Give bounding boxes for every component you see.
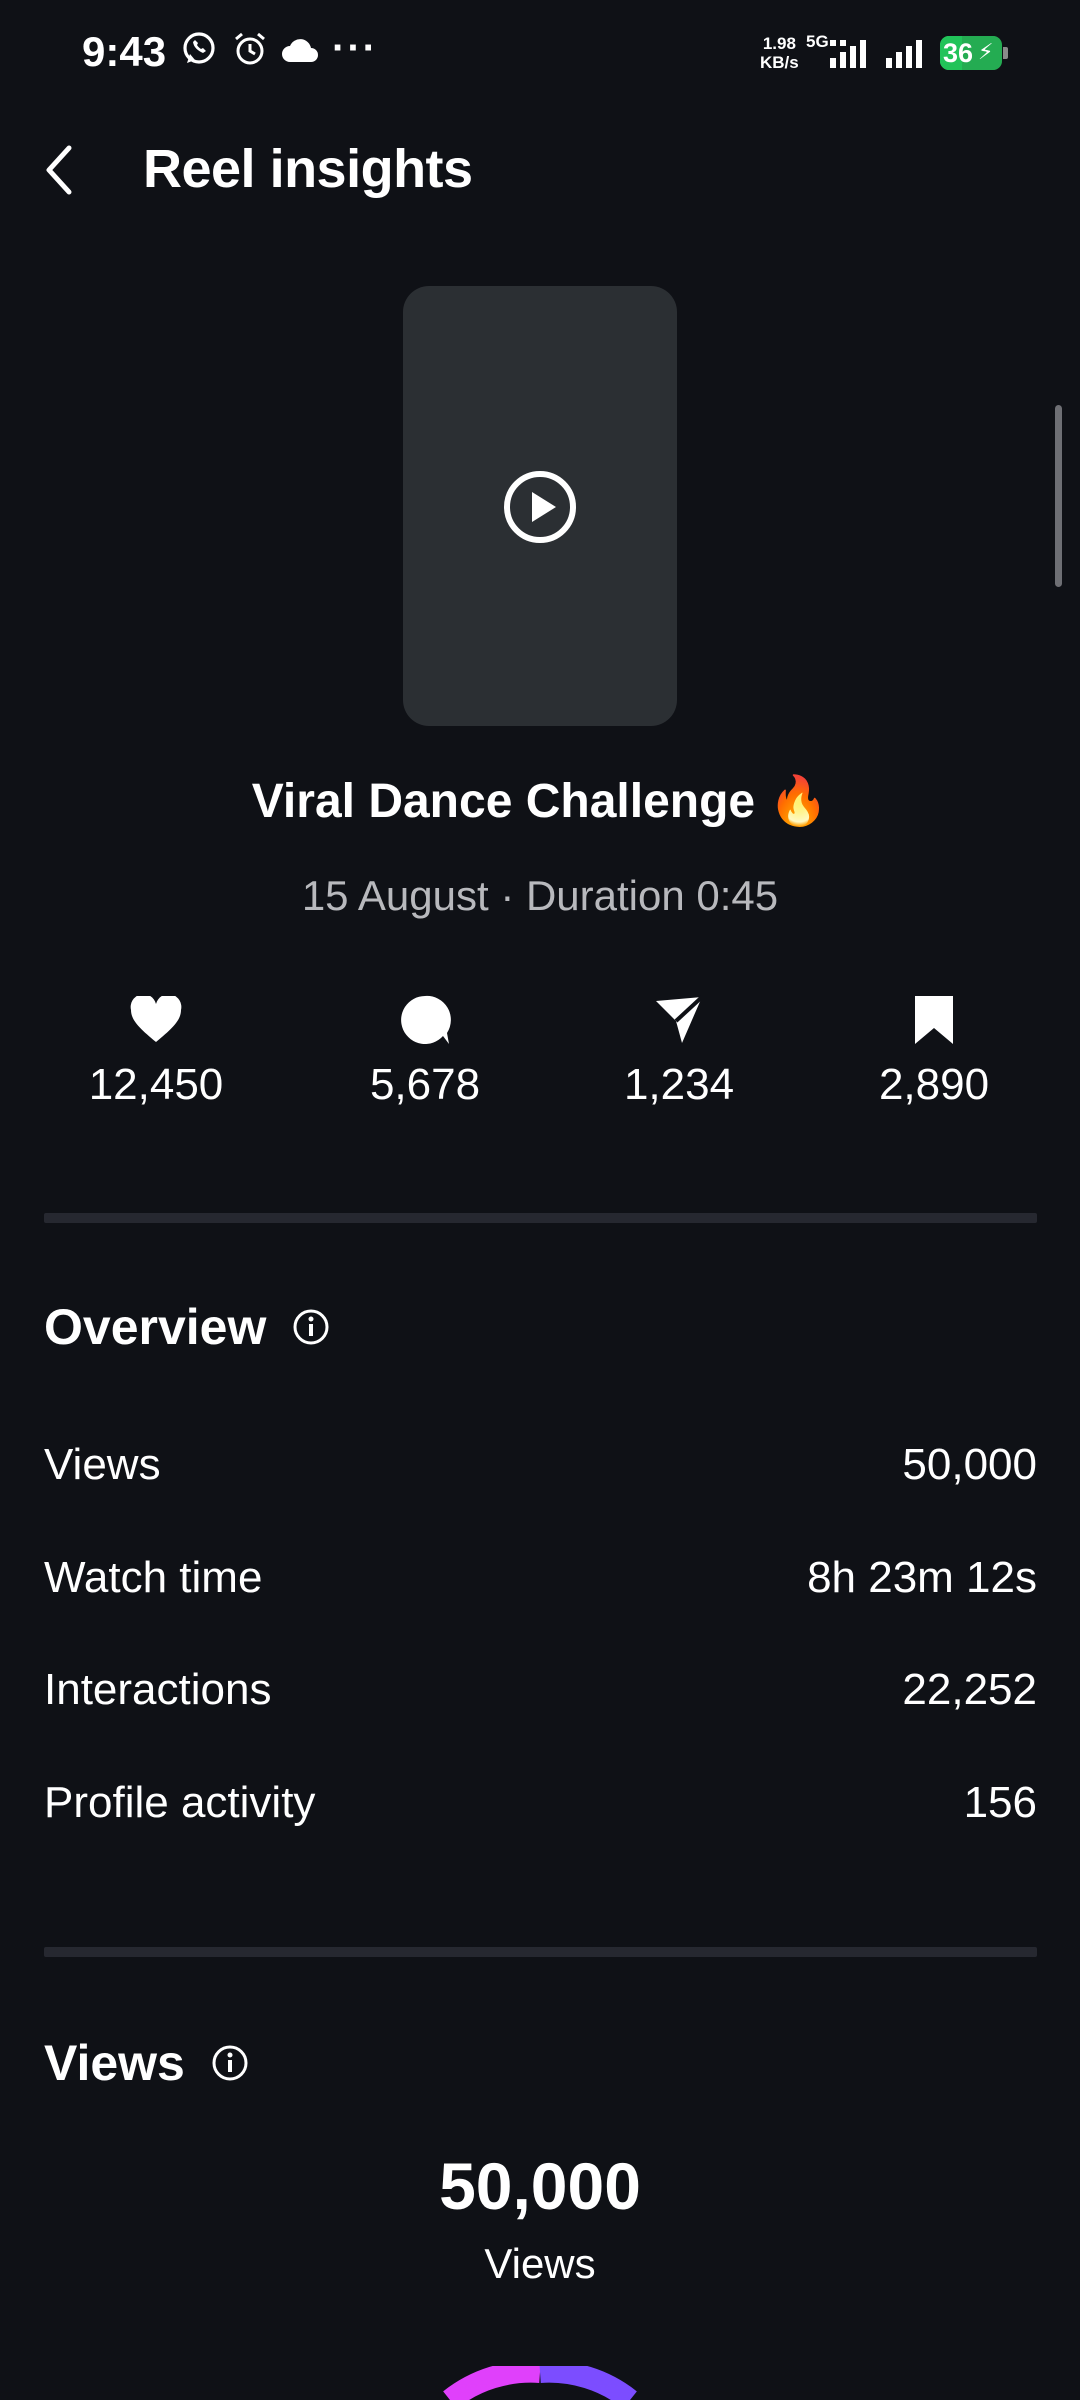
overview-row-value: 50,000 [902, 1440, 1037, 1489]
saves-count: 2,890 [878, 1060, 990, 1109]
chevron-left-icon [46, 145, 72, 195]
battery-indicator: 36 ⚡ [940, 36, 1002, 70]
status-bar: 9:43 ··· 1.98 KB/s 5G 36 ⚡ [0, 0, 1080, 108]
donut-segment-purple [539, 2366, 637, 2400]
views-donut-chart [443, 2366, 637, 2400]
battery-cap [1003, 47, 1008, 59]
info-icon[interactable] [211, 2044, 249, 2082]
net-speed: 1.98 KB/s [760, 34, 799, 72]
shares-stat: 1,234 [579, 990, 779, 1110]
signal-icon [884, 38, 930, 75]
status-time: 9:43 [82, 28, 167, 75]
overview-row-value: 156 [963, 1778, 1037, 1827]
heart-icon [56, 990, 256, 1050]
saves-stat: 2,890 [834, 990, 1034, 1110]
alarm-icon [232, 30, 268, 73]
overview-section-title: Overview [44, 1298, 330, 1356]
info-icon[interactable] [292, 1308, 330, 1346]
comments-count: 5,678 [369, 1060, 481, 1109]
reel-meta: 15 August · Duration 0:45 [301, 872, 779, 919]
likes-stat: 12,450 [56, 990, 256, 1110]
overview-row-label: Views [44, 1440, 161, 1489]
net-speed-unit: KB/s [760, 53, 799, 72]
bookmark-icon [834, 990, 1034, 1050]
donut-segment-pink [443, 2366, 541, 2400]
more-dots-icon: ··· [332, 26, 378, 70]
overview-title: Overview [44, 1299, 267, 1355]
battery-charging-icon: ⚡ [978, 39, 994, 64]
views-total-label: Views [484, 2240, 596, 2287]
likes-count: 12,450 [88, 1060, 224, 1109]
views-section-title: Views [44, 2034, 249, 2092]
overview-row-views: Views 50,000 [44, 1440, 1037, 1490]
cloud-icon [280, 36, 320, 69]
overview-row-label: Interactions [44, 1665, 272, 1714]
scrollbar[interactable] [1055, 405, 1062, 587]
signal-icon [828, 38, 874, 75]
overview-row-label: Profile activity [44, 1778, 316, 1827]
shares-count: 1,234 [623, 1060, 735, 1109]
overview-row-watch-time: Watch time 8h 23m 12s [44, 1553, 1037, 1603]
back-button[interactable] [28, 130, 88, 210]
overview-row-value: 22,252 [902, 1665, 1037, 1714]
views-total: 50,000 [439, 2149, 641, 2223]
section-divider [44, 1213, 1037, 1223]
reel-title: Viral Dance Challenge 🔥 [251, 775, 829, 828]
overview-row-profile-activity: Profile activity 156 [44, 1778, 1037, 1828]
whatsapp-icon [180, 30, 218, 73]
comments-stat: 5,678 [325, 990, 525, 1110]
views-title: Views [44, 2035, 185, 2091]
reel-thumbnail[interactable] [403, 286, 677, 726]
net-speed-value: 1.98 [762, 34, 796, 53]
play-icon[interactable] [501, 468, 579, 546]
comment-icon [325, 990, 525, 1050]
overview-row-interactions: Interactions 22,252 [44, 1665, 1037, 1715]
page-title: Reel insights [143, 139, 473, 199]
overview-row-label: Watch time [44, 1553, 263, 1602]
section-divider [44, 1947, 1037, 1957]
share-icon [579, 990, 779, 1050]
reel-insights-screen: 9:43 ··· 1.98 KB/s 5G 36 ⚡ Reel insights… [0, 0, 1080, 2400]
overview-row-value: 8h 23m 12s [807, 1553, 1037, 1602]
battery-level: 36 [943, 38, 974, 68]
network-type: 5G [806, 32, 829, 51]
